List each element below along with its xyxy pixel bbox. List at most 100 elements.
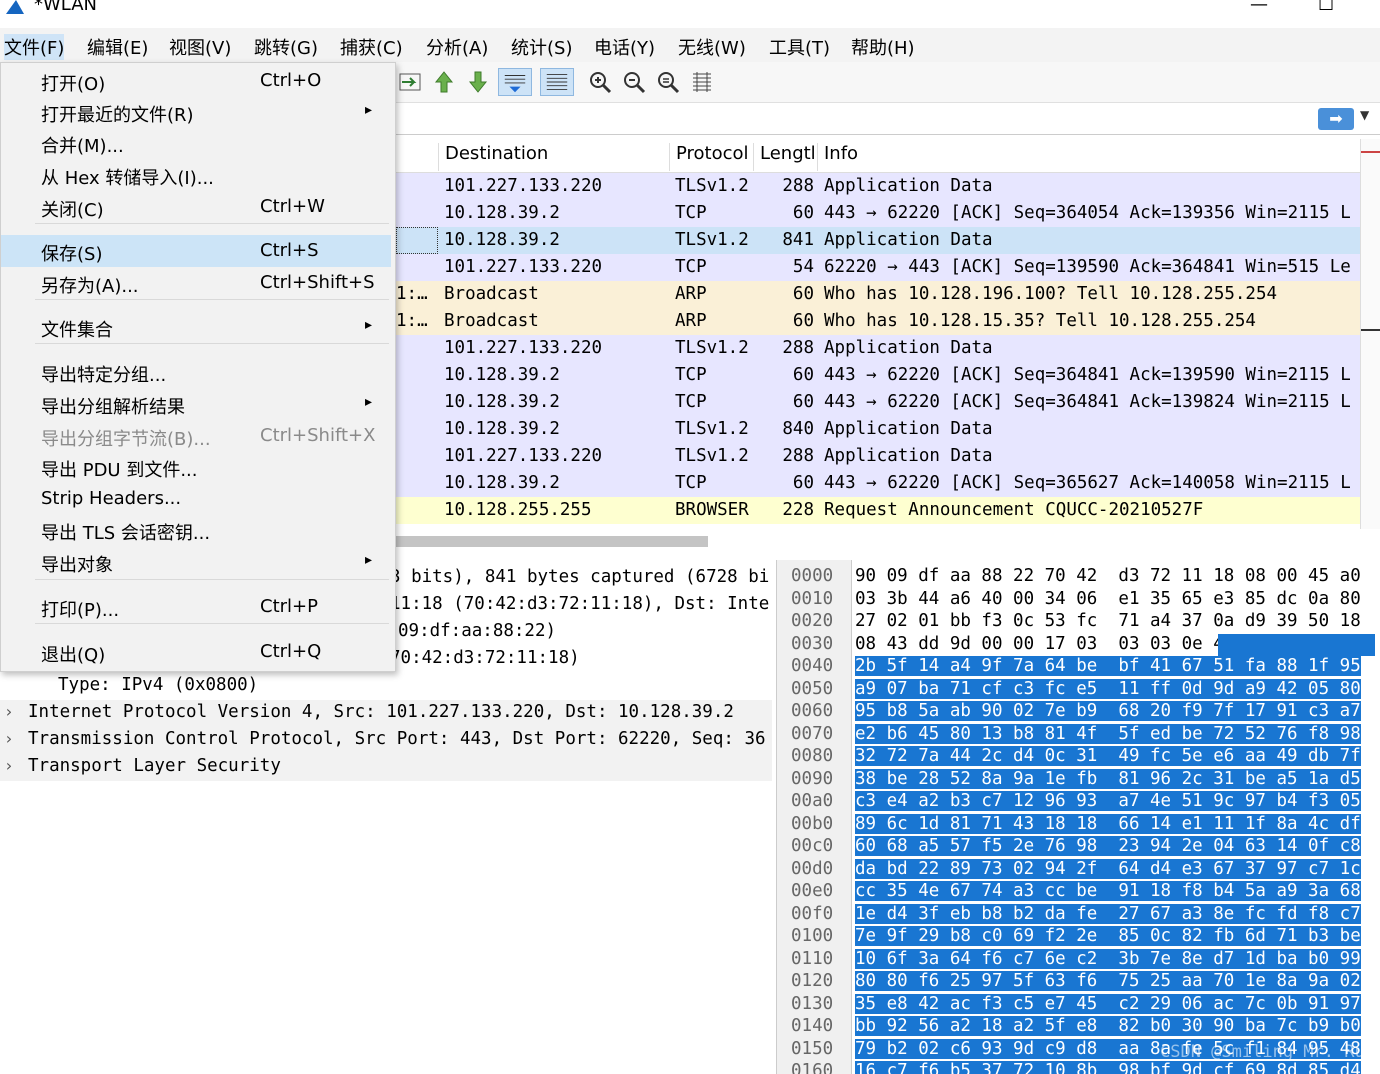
hex-row[interactable]: 32 72 7a 44 2c d4 0c 31 49 fc 5e e6 aa 4… — [855, 746, 1375, 769]
detail-row[interactable]: › Internet Protocol Version 4, Src: 101.2… — [0, 700, 772, 727]
packet-destination: 10.128.39.2 — [444, 419, 560, 439]
hex-row[interactable]: cc 35 4e 67 74 a3 cc be 91 18 f8 b4 5a a… — [855, 881, 1375, 904]
chevron-right-icon[interactable]: › — [4, 702, 14, 721]
chevron-right-icon[interactable]: › — [4, 729, 14, 748]
file-menu-item[interactable]: 导出特定分组... — [1, 356, 391, 388]
detail-row[interactable]: › Transport Layer Security — [0, 754, 772, 781]
hex-group-b: 64 d4 e3 67 37 97 c7 1c — [1118, 858, 1361, 879]
auto-scroll-icon[interactable] — [498, 68, 532, 96]
menu-item[interactable]: 帮助(H) — [851, 34, 915, 60]
packet-minimap[interactable] — [1360, 139, 1380, 529]
filter-dropdown-icon[interactable]: ▼ — [1360, 108, 1369, 122]
hex-row[interactable]: 1e d4 3f eb b8 b2 da fe 27 67 a3 8e fc f… — [855, 903, 1375, 927]
menu-item[interactable]: 无线(W) — [678, 34, 746, 60]
file-menu-item[interactable]: 打印(P)... Ctrl+P — [1, 591, 391, 623]
byte-offset: 0040 — [791, 656, 834, 676]
display-filter-input[interactable] — [396, 106, 1310, 132]
hex-group-b: e1 35 65 e3 85 dc 0a 80 — [1118, 588, 1361, 609]
hex-group-b: 91 18 f8 b4 5a a9 3a 68 — [1118, 881, 1361, 901]
go-first-packet-icon[interactable] — [430, 68, 458, 96]
hex-row[interactable]: e2 b6 45 80 13 b8 81 4f 5f ed be 72 52 7… — [855, 723, 1375, 747]
submenu-arrow-icon: ▸ — [365, 317, 373, 333]
hex-row[interactable]: 10 6f 3a 64 f6 c7 6e c2 3b 7e 8e d7 1d b… — [855, 948, 1375, 972]
file-menu-item[interactable]: 导出 PDU 到文件... — [1, 451, 391, 483]
colorize-icon[interactable] — [540, 68, 574, 96]
menu-item[interactable]: 跳转(G) — [254, 34, 318, 60]
go-last-packet-icon[interactable] — [464, 68, 492, 96]
horizontal-scrollbar[interactable] — [396, 536, 708, 547]
menu-item-label: 导出对象 — [41, 555, 113, 576]
detail-row[interactable]: › Transmission Control Protocol, Src Port… — [0, 727, 772, 754]
hex-row[interactable]: 27 02 01 bb f3 0c 53 fc 71 a4 37 0a d9 3… — [855, 611, 1375, 634]
hex-row[interactable]: 38 be 28 52 8a 9a 1e fb 81 96 2c 31 be a… — [855, 768, 1375, 792]
hex-group-b: 66 14 e1 11 1f 8a 4c df — [1118, 813, 1361, 834]
detail-row[interactable]: Type: IPv4 (0x0800) — [0, 673, 772, 700]
hex-row[interactable]: c3 e4 a2 b3 c7 12 96 93 a7 4e 51 9c 97 b… — [855, 791, 1375, 814]
apply-filter-button[interactable]: ➡ — [1318, 108, 1354, 130]
hex-row[interactable]: 90 09 df aa 88 22 70 42 d3 72 11 18 08 0… — [855, 566, 1375, 589]
hex-group-a: 7e 9f 29 b8 c0 69 f2 2e — [855, 926, 1098, 946]
hex-row[interactable]: 2b 5f 14 a4 9f 7a 64 be bf 41 67 51 fa 8… — [855, 656, 1375, 679]
menu-item-label: 导出 PDU 到文件... — [41, 460, 198, 481]
hex-row[interactable]: 60 68 a5 57 f5 2e 76 98 23 94 2e 04 63 1… — [855, 836, 1375, 859]
column-info[interactable]: Info — [817, 143, 858, 171]
go-to-packet-icon[interactable] — [396, 68, 424, 96]
column-length[interactable]: Lengtl — [753, 143, 816, 171]
hex-row[interactable]: 89 6c 1d 81 71 43 18 18 66 14 e1 11 1f 8… — [855, 813, 1375, 837]
menu-item[interactable]: 文件(F) — [4, 34, 65, 60]
hex-row[interactable]: 95 b8 5a ab 90 02 7e b9 68 20 f9 7f 17 9… — [855, 701, 1375, 724]
file-menu-item[interactable]: 打开(O) Ctrl+O — [1, 65, 391, 97]
menu-item[interactable]: 编辑(E) — [87, 34, 148, 60]
hex-group-b: 85 0c 82 fb 6d 71 b3 be — [1118, 926, 1361, 946]
file-menu-item[interactable]: 保存(S) Ctrl+S — [1, 235, 391, 267]
hex-row[interactable]: 80 80 f6 25 97 5f 63 f6 75 25 aa 70 1e 8… — [855, 971, 1375, 994]
file-menu-item[interactable]: 合并(M)... — [1, 127, 391, 159]
zoom-normal-icon[interactable] — [654, 68, 682, 96]
menu-item[interactable]: 视图(V) — [169, 34, 231, 60]
hex-row[interactable]: a9 07 ba 71 cf c3 fc e5 11 ff 0d 9d a9 4… — [855, 678, 1375, 702]
hex-row[interactable]: 35 e8 42 ac f3 c5 e7 45 c2 29 06 ac 7c 0… — [855, 993, 1375, 1017]
hex-row[interactable]: 03 3b 44 a6 40 00 34 06 e1 35 65 e3 85 d… — [855, 589, 1375, 612]
packet-info: Who has 10.128.15.35? Tell 10.128.255.25… — [824, 311, 1256, 331]
zoom-out-icon[interactable] — [620, 68, 648, 96]
packet-info: Application Data — [824, 230, 993, 250]
file-menu-item[interactable]: 退出(Q) Ctrl+Q — [1, 636, 391, 668]
packet-destination: 10.128.39.2 — [444, 230, 560, 250]
hex-row[interactable]: da bd 22 89 73 02 94 2f 64 d4 e3 67 37 9… — [855, 858, 1375, 882]
file-menu-item[interactable]: 导出分组字节流(B)... Ctrl+Shift+X — [1, 420, 391, 452]
column-protocol[interactable]: Protocol — [669, 143, 749, 171]
menu-item[interactable]: 分析(A) — [426, 34, 488, 60]
detail-text: 11:18 (70:42:d3:72:11:18), Dst: Inte — [390, 594, 770, 614]
resize-columns-icon[interactable] — [688, 68, 716, 96]
file-menu-item[interactable]: 关闭(C) Ctrl+W — [1, 191, 391, 223]
hex-row[interactable]: bb 92 56 a2 18 a2 5f e8 82 b0 30 90 ba 7… — [855, 1016, 1375, 1039]
file-menu-item[interactable]: 导出分组解析结果 ▸ — [1, 388, 391, 420]
file-menu-item[interactable]: Strip Headers... — [1, 483, 391, 515]
column-destination[interactable]: Destination — [438, 143, 548, 171]
menu-item-label: 打印(P)... — [41, 600, 120, 621]
packet-protocol: TLSv1.2 — [675, 338, 749, 358]
chevron-right-icon[interactable]: › — [4, 756, 14, 775]
menu-item[interactable]: 捕获(C) — [340, 34, 403, 60]
hex-group-b: 49 fc 5e e6 aa 49 db 7f — [1118, 746, 1361, 766]
maximize-icon[interactable]: ☐ — [1318, 0, 1334, 15]
hex-row[interactable]: 08 43 dd 9d 00 00 17 03 03 03 0e 4e bb 3… — [855, 633, 1375, 656]
file-menu-item[interactable]: 导出 TLS 会话密钥... — [1, 514, 391, 546]
zoom-in-icon[interactable] — [586, 68, 614, 96]
hex-group-a: 95 b8 5a ab 90 02 7e b9 — [855, 701, 1098, 721]
menu-item[interactable]: 统计(S) — [511, 34, 572, 60]
menu-item[interactable]: 工具(T) — [769, 34, 830, 60]
file-menu-item[interactable]: 导出对象 ▸ — [1, 546, 391, 578]
minimize-icon[interactable]: — — [1250, 0, 1268, 15]
file-menu-item[interactable]: 文件集合 ▸ — [1, 311, 391, 343]
byte-offset: 0120 — [791, 971, 834, 991]
hex-row[interactable]: 16 c7 f6 b5 37 72 10 8b 98 bf 9d cf 69 8… — [855, 1061, 1375, 1074]
hex-row[interactable]: 7e 9f 29 b8 c0 69 f2 2e 85 0c 82 fb 6d 7… — [855, 926, 1375, 949]
file-menu-item[interactable]: 另存为(A)... Ctrl+Shift+S — [1, 267, 391, 299]
menu-item-shortcut: Ctrl+W — [260, 196, 325, 217]
hex-group-b: 82 b0 30 90 ba 7c b9 b0 — [1118, 1016, 1361, 1036]
file-menu-item[interactable]: 打开最近的文件(R) ▸ — [1, 96, 391, 128]
file-menu-item[interactable]: 从 Hex 转储导入(I)... — [1, 159, 391, 191]
menu-item[interactable]: 电话(Y) — [594, 34, 655, 60]
hex-group-b: c2 29 06 ac 7c 0b 91 97 — [1118, 993, 1361, 1014]
